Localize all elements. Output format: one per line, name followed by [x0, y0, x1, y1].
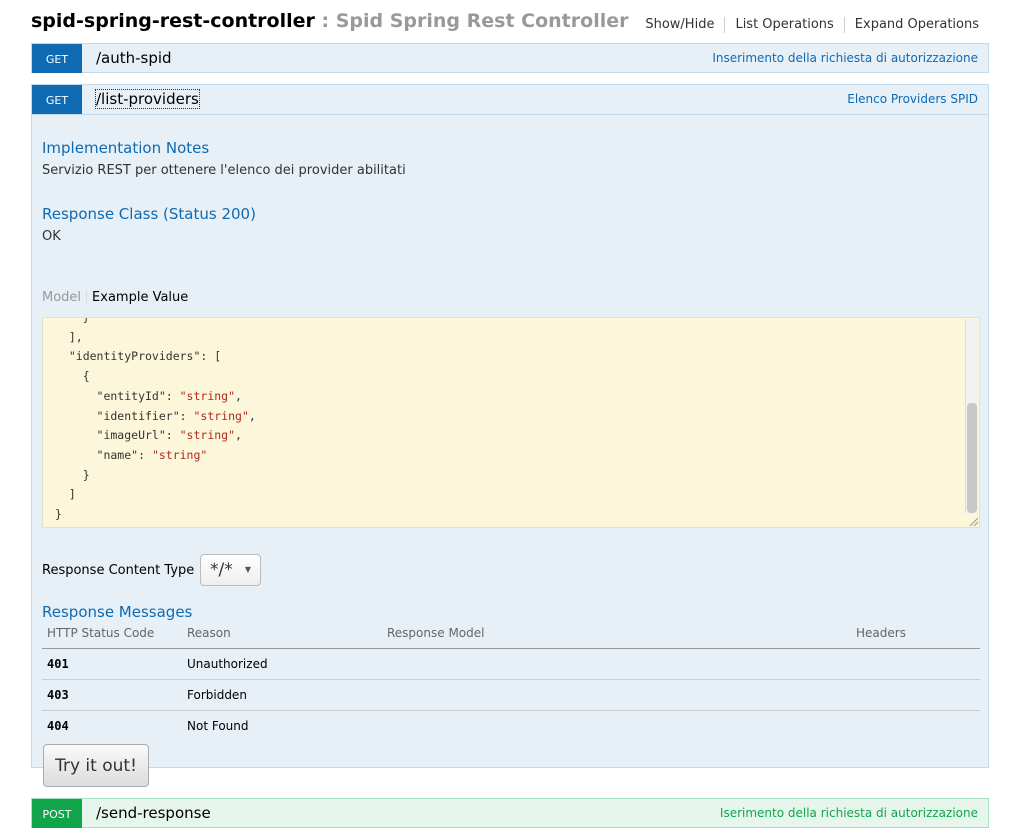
code-line: ] — [55, 485, 256, 505]
code-scrollbar-thumb[interactable] — [967, 403, 977, 513]
table-row: 403 Forbidden — [42, 679, 980, 711]
tab-model[interactable]: Model — [42, 290, 88, 305]
column-header: HTTP Status Code — [42, 626, 182, 649]
code-line: "name": "string" — [55, 446, 256, 466]
code-line: "identifier": "string", — [55, 407, 256, 427]
operation-send-response: POST /send-response Iserimento della ric… — [31, 798, 989, 828]
code-line: } — [55, 466, 256, 486]
operation-summary[interactable]: Elenco Providers SPID — [847, 92, 978, 106]
code-text: "identifier": — [55, 408, 194, 423]
show-hide-link[interactable]: Show/Hide — [635, 17, 726, 33]
response-content-type-select[interactable]: */* ▼ — [200, 554, 261, 586]
response-messages-title: Response Messages — [42, 603, 193, 621]
table-row: 404 Not Found — [42, 711, 980, 742]
http-method-badge[interactable]: POST — [32, 799, 82, 828]
status-reason: Unauthorized — [182, 648, 382, 680]
operation-heading[interactable]: GET /auth-spid Inserimento della richies… — [32, 44, 988, 73]
response-messages-table: HTTP Status Code Reason Response Model H… — [42, 626, 980, 741]
code-text: "entityId": — [55, 388, 180, 403]
controller-title[interactable]: spid-spring-rest-controller : Spid Sprin… — [31, 10, 628, 32]
operation-summary[interactable]: Iserimento della richiesta di autorizzaz… — [720, 806, 978, 820]
code-line: "imageUrl": "string", — [55, 426, 256, 446]
expand-operations-link[interactable]: Expand Operations — [845, 17, 991, 33]
operation-path[interactable]: /list-providers — [95, 89, 200, 109]
operation-path[interactable]: /auth-spid — [96, 49, 172, 67]
controller-header: spid-spring-rest-controller : Spid Sprin… — [31, 8, 991, 38]
status-code: 403 — [42, 679, 182, 711]
http-method-badge[interactable]: GET — [32, 85, 82, 114]
example-json: } ], "identityProviders": [ { "entityId"… — [55, 317, 256, 525]
implementation-notes-title: Implementation Notes — [42, 139, 210, 157]
implementation-notes-text: Servizio REST per ottenere l'elenco dei … — [42, 163, 406, 178]
tab-example-value[interactable]: Example Value — [87, 290, 188, 305]
response-model — [382, 679, 851, 711]
header-links: Show/Hide List Operations Expand Operati… — [635, 17, 991, 33]
table-row: 401 Unauthorized — [42, 648, 980, 680]
code-string: "string" — [151, 447, 208, 462]
controller-name[interactable]: spid-spring-rest-controller — [31, 10, 315, 32]
operation-heading[interactable]: GET /list-providers Elenco Providers SPI… — [32, 85, 988, 114]
code-punctuation: , — [235, 428, 242, 443]
code-string: "string" — [179, 428, 236, 443]
controller-description: : Spid Spring Rest Controller — [314, 10, 629, 32]
operation-summary[interactable]: Inserimento della richiesta di autorizza… — [712, 51, 978, 65]
response-headers — [851, 648, 980, 680]
response-content-type-label: Response Content Type — [42, 563, 195, 578]
code-text: "imageUrl": — [55, 428, 180, 443]
code-text: } — [55, 467, 90, 482]
response-class-title: Response Class (Status 200) — [42, 205, 256, 223]
code-text: "name": — [55, 447, 152, 462]
operation-heading[interactable]: POST /send-response Iserimento della ric… — [32, 799, 988, 828]
code-text: ] — [55, 487, 76, 502]
model-tabs: Model Example Value — [42, 290, 188, 305]
status-reason: Forbidden — [182, 679, 382, 711]
column-header: Headers — [851, 626, 980, 649]
response-model — [382, 648, 851, 680]
code-scrollbar[interactable] — [965, 319, 978, 513]
code-line: "entityId": "string", — [55, 387, 256, 407]
operation-list-providers: GET /list-providers Elenco Providers SPI… — [31, 84, 989, 787]
operation-auth-spid: GET /auth-spid Inserimento della richies… — [31, 43, 989, 73]
operation-content: Implementation Notes Servizio REST per o… — [32, 114, 988, 787]
code-string: "string" — [193, 408, 249, 423]
code-punctuation: , — [235, 388, 242, 403]
status-reason: Not Found — [187, 719, 249, 733]
status-code: 404 — [47, 719, 69, 733]
code-text: } — [55, 507, 62, 522]
response-class-value: OK — [42, 229, 61, 244]
chevron-down-icon: ▼ — [244, 565, 251, 574]
code-punctuation: , — [248, 408, 256, 423]
response-model — [382, 711, 851, 742]
http-method-badge[interactable]: GET — [32, 44, 82, 73]
response-headers — [851, 679, 980, 711]
content-type-value: */* — [210, 560, 233, 580]
operation-path[interactable]: /send-response — [96, 804, 211, 822]
code-line: } — [55, 317, 256, 328]
response-headers — [851, 711, 980, 742]
code-line: ], — [55, 328, 256, 348]
example-value-box[interactable]: } ], "identityProviders": [ { "entityId"… — [42, 317, 980, 528]
code-text: { — [55, 369, 90, 384]
code-line: "identityProviders": [ — [55, 347, 256, 367]
code-text: } — [55, 317, 90, 324]
code-line: } — [55, 505, 256, 525]
column-header: Reason — [182, 626, 382, 649]
code-line: { — [55, 367, 256, 387]
code-string: "string" — [179, 388, 236, 403]
resize-handle-icon[interactable] — [967, 515, 979, 527]
status-code: 401 — [42, 648, 182, 680]
column-header: Response Model — [382, 626, 851, 649]
list-operations-link[interactable]: List Operations — [725, 17, 845, 33]
code-text: "identityProviders": [ — [55, 349, 222, 364]
code-text: ], — [55, 329, 83, 344]
try-it-out-button[interactable]: Try it out! — [43, 744, 149, 787]
